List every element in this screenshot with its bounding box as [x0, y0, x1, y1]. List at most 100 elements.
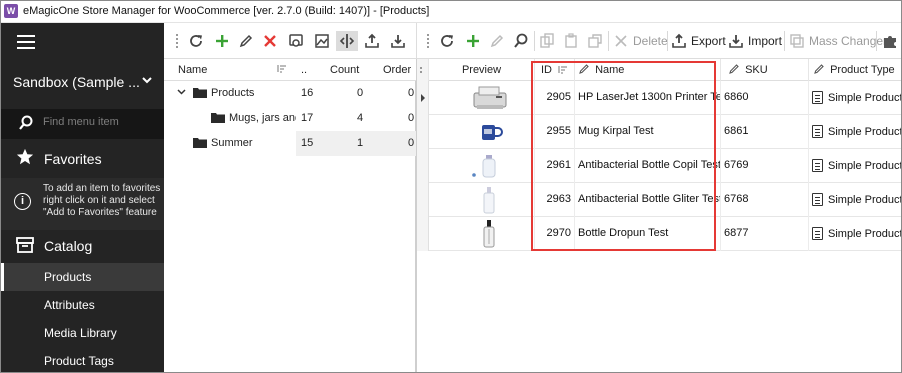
product-type: Simple Product	[828, 92, 902, 104]
folder-icon	[211, 112, 225, 123]
table-row[interactable]: 2963 Antibacterial Bottle Gliter Test 67…	[417, 183, 902, 217]
refresh-icon[interactable]	[188, 31, 204, 51]
product-type: Simple Product	[828, 194, 902, 206]
product-type-cell: Simple Product	[809, 217, 901, 251]
product-sku: 6877	[721, 217, 809, 251]
favorites-label: Favorites	[44, 151, 102, 167]
export-button[interactable]: Export	[671, 31, 726, 51]
category-order: 0	[408, 112, 415, 124]
toolbar-separator	[608, 31, 609, 51]
product-name: Antibacterial Bottle Gliter Test	[575, 183, 721, 217]
add-icon[interactable]	[214, 31, 230, 51]
column-header-name[interactable]: Name	[178, 64, 207, 76]
title-bar: W eMagicOne Store Manager for WooCommerc…	[1, 1, 901, 23]
edit-icon	[489, 31, 505, 51]
image-icon[interactable]	[314, 31, 330, 51]
category-toolbar	[164, 23, 416, 59]
download-icon[interactable]	[390, 31, 406, 51]
star-icon	[16, 148, 34, 172]
product-toolbar: Delete Export Import Mass Changer	[416, 23, 901, 59]
edit-icon[interactable]	[238, 31, 254, 51]
mass-changer-icon	[790, 34, 804, 48]
dropper-bottle-thumbnail	[483, 220, 495, 248]
category-row-selected[interactable]: Summer 15 1 0	[164, 131, 416, 156]
column-header-order[interactable]: Order	[383, 64, 411, 76]
category-tree: Name .. Count Order Products 16 0 0 Mugs…	[164, 59, 416, 372]
sidebar: Sandbox (Sample ... Favorites i To add a…	[1, 23, 164, 372]
table-row[interactable]: 2970 Bottle Dropun Test 6877 Simple Prod…	[417, 217, 901, 251]
table-row[interactable]: 2961 Antibacterial Bottle Copil Test 676…	[417, 149, 901, 183]
refresh-icon[interactable]	[439, 31, 455, 51]
preview-cell	[429, 149, 535, 183]
copy-icon	[539, 31, 555, 51]
id-label: ID	[541, 64, 552, 76]
category-row[interactable]: Mugs, jars and 17 4 0	[164, 106, 416, 131]
product-id: 2970	[535, 217, 575, 251]
product-name: Mug Kirpal Test	[575, 115, 721, 149]
column-header-preview[interactable]: Preview	[429, 59, 535, 81]
sidebar-catalog[interactable]: Catalog	[1, 229, 164, 261]
table-row[interactable]: 2955 Mug Kirpal Test 6861 Simple Product	[417, 115, 902, 149]
column-header-product-type[interactable]: Product Type	[809, 59, 901, 81]
column-header-sku[interactable]: SKU	[721, 59, 809, 81]
menu-hamburger-icon[interactable]	[17, 35, 35, 49]
menu-search-box[interactable]	[1, 109, 164, 139]
expand-chevron-icon[interactable]	[177, 87, 186, 99]
import-button[interactable]: Import	[728, 31, 782, 51]
pencil-icon	[814, 64, 824, 74]
table-row[interactable]: 2905 HP LaserJet 1300n Printer Test 6860…	[417, 81, 902, 115]
product-id: 2963	[535, 183, 575, 217]
puzzle-icon[interactable]	[882, 31, 898, 51]
sidebar-item-products[interactable]: Products	[1, 263, 164, 291]
app-logo-icon: W	[4, 4, 18, 18]
sidebar-item-media-library[interactable]: Media Library	[1, 319, 164, 347]
settings-icon[interactable]	[288, 31, 304, 51]
delete-label: Delete	[633, 34, 668, 48]
name-label: Name	[595, 64, 625, 76]
split-view-icon[interactable]	[336, 31, 358, 51]
download-icon	[729, 35, 743, 48]
sidebar-item-product-tags[interactable]: Product Tags	[1, 347, 164, 372]
column-header-count[interactable]: Count	[330, 64, 359, 76]
category-count: 4	[357, 112, 364, 124]
category-name: Summer	[211, 137, 253, 149]
search-icon[interactable]	[513, 31, 529, 51]
folder-icon	[193, 137, 207, 148]
product-grid: Preview ID Name SKU Product Type 2905 HP…	[416, 59, 902, 372]
add-icon[interactable]	[465, 31, 481, 51]
delete-icon[interactable]	[262, 31, 278, 51]
product-type: Simple Product	[828, 126, 902, 138]
sidebar-favorites[interactable]: Favorites	[1, 143, 164, 175]
column-header-name[interactable]: Name	[575, 59, 721, 81]
toolbar-separator	[784, 31, 785, 51]
delete-button: Delete	[613, 31, 668, 51]
info-icon: i	[14, 193, 31, 210]
row-indicator-header	[417, 59, 429, 81]
category-header: Name .. Count Order	[164, 59, 416, 81]
toolbar-grip[interactable]	[176, 34, 179, 48]
preview-cell	[429, 115, 535, 149]
document-icon	[812, 125, 823, 138]
toolbar-separator	[667, 31, 668, 51]
upload-icon[interactable]	[364, 31, 380, 51]
menu-search-input[interactable]	[43, 116, 158, 128]
category-row[interactable]: Products 16 0 0	[164, 81, 416, 106]
store-selector[interactable]: Sandbox (Sample ...	[1, 67, 164, 107]
row-indicator	[417, 149, 429, 183]
upload-icon	[672, 33, 686, 48]
paste-icon	[563, 31, 579, 51]
category-id: 15	[301, 137, 314, 149]
sidebar-item-attributes[interactable]: Attributes	[1, 291, 164, 319]
product-type-cell: Simple Product	[809, 115, 902, 149]
toolbar-grip[interactable]	[427, 34, 430, 48]
column-header-dots[interactable]: ..	[301, 64, 307, 76]
window-title: eMagicOne Store Manager for WooCommerce …	[23, 5, 430, 17]
sort-icon	[277, 64, 287, 76]
category-order: 0	[408, 137, 415, 149]
mug-thumbnail	[482, 125, 503, 140]
sidebar-item-label: Product Tags	[44, 354, 114, 368]
preview-cell	[429, 217, 535, 251]
column-header-id[interactable]: ID	[535, 59, 575, 81]
product-id: 2961	[535, 149, 575, 183]
product-type-label: Product Type	[830, 64, 895, 76]
